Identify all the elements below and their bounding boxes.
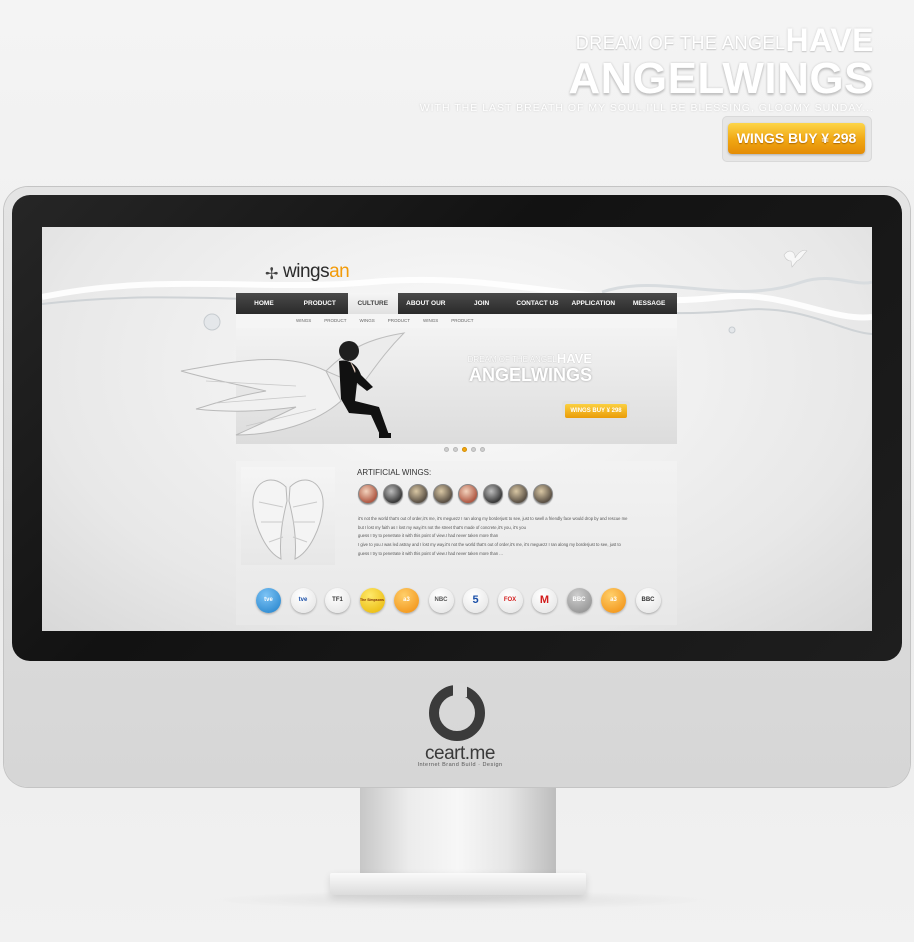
- partner-logo-bbc[interactable]: BBC: [635, 588, 661, 613]
- nav-item-product[interactable]: PRODUCT: [292, 293, 348, 314]
- logo-text: wings: [283, 261, 330, 282]
- wings-thumbnail-icon: [252, 479, 324, 560]
- description-line: I give to you.I was led astray and I los…: [358, 542, 621, 548]
- section-title: ARTIFICIAL WINGS:: [357, 468, 432, 477]
- nav-item-message[interactable]: MESSAGE: [621, 293, 677, 314]
- partner-logo-fox[interactable]: FOX: [497, 588, 523, 613]
- brand-logo-icon: [429, 683, 485, 741]
- product-avatar[interactable]: [408, 484, 428, 504]
- monitor-base: [330, 873, 586, 895]
- slider-dots: [444, 447, 485, 452]
- product-avatar[interactable]: [533, 484, 553, 504]
- slider-dot[interactable]: [471, 447, 476, 452]
- nav-item-contact-us[interactable]: CONTACT US: [510, 293, 566, 314]
- partner-logo-nbc[interactable]: NBC: [428, 588, 454, 613]
- description-line: it's not the world that's out of order,i…: [358, 516, 628, 521]
- description-line: guess I try to penetrate it with this po…: [358, 533, 499, 539]
- description-line: guess I try to penetrate it with this po…: [358, 550, 503, 556]
- partner-logo-5[interactable]: 5: [463, 588, 488, 613]
- hero-promo: DREAM OF THE ANGELHAVE ANGELWINGS WITH T…: [419, 24, 874, 115]
- monitor: ✢ wingsan HOME PRODUCT CULTURE ABOUT OUR …: [4, 187, 910, 787]
- description-text: it's not the world that's out of order,i…: [358, 515, 668, 559]
- subnav-item[interactable]: WINGS: [296, 314, 311, 328]
- product-avatar[interactable]: [383, 484, 403, 504]
- banner-line1-small: DREAM OF THE ANGEL: [467, 355, 557, 364]
- banner-title: ANGELWINGS: [468, 365, 592, 385]
- nav-item-join[interactable]: JOIN: [454, 293, 510, 314]
- sub-nav: WINGS PRODUCT WINGS PRODUCT WINGS PRODUC…: [236, 314, 677, 328]
- product-avatar[interactable]: [458, 484, 478, 504]
- partner-logo-tve[interactable]: tve: [256, 588, 281, 613]
- screen: ✢ wingsan HOME PRODUCT CULTURE ABOUT OUR …: [42, 227, 872, 631]
- main-nav: HOME PRODUCT CULTURE ABOUT OUR JOIN CONT…: [236, 293, 677, 314]
- subnav-item[interactable]: PRODUCT: [451, 314, 473, 328]
- banner-line1-big: HAVE: [556, 351, 592, 366]
- banner-buy-button[interactable]: WINGS BUY ¥ 298: [562, 401, 630, 421]
- partner-logos: tve tve TF1 The Simpsons a3 NBC 5 FOX M …: [256, 588, 661, 613]
- logo-accent-text: an: [329, 261, 350, 282]
- logo-mark-icon: ✢: [265, 266, 278, 283]
- partner-logo-a3[interactable]: a3: [601, 588, 626, 613]
- hero-line1: DREAM OF THE ANGELHAVE: [420, 24, 874, 57]
- slider-dot[interactable]: [453, 447, 458, 452]
- partner-logo-tve[interactable]: tve: [290, 588, 316, 613]
- brand-tagline: Internet Brand Build · Design: [417, 762, 503, 768]
- partner-logo-bbc[interactable]: BBC: [566, 588, 592, 613]
- product-avatar[interactable]: [483, 484, 503, 504]
- product-avatar[interactable]: [508, 484, 528, 504]
- hero-buy-label: WINGS BUY ¥ 298: [728, 123, 865, 154]
- site-logo[interactable]: ✢ wingsan: [265, 261, 350, 283]
- hero-title: ANGELWINGS: [568, 54, 874, 103]
- wings-thumbnail: [241, 467, 335, 565]
- hero-line1-small: DREAM OF THE ANGEL: [575, 33, 786, 53]
- product-avatar[interactable]: [433, 484, 453, 504]
- nav-item-application[interactable]: APPLICATION: [565, 293, 621, 314]
- subnav-item[interactable]: WINGS: [423, 314, 438, 328]
- angel-person-image: [339, 341, 391, 438]
- banner-text: DREAM OF THE ANGELHAVE ANGELWINGS: [432, 351, 592, 385]
- product-avatars: [358, 484, 553, 504]
- dove-icon: [783, 249, 808, 268]
- hero-subtitle: WITH THE LAST BREATH OF MY SOUL,I'LL BE …: [419, 102, 874, 114]
- description-line: but I lost my faith as I lost my way,it'…: [358, 524, 526, 530]
- hero-buy-button[interactable]: WINGS BUY ¥ 298: [722, 116, 872, 162]
- banner-buy-label: WINGS BUY ¥ 298: [565, 404, 627, 418]
- subnav-item[interactable]: WINGS: [360, 314, 375, 328]
- partner-logo-simpsons[interactable]: The Simpsons: [359, 588, 385, 613]
- slider-dot-active[interactable]: [462, 447, 467, 452]
- subnav-item[interactable]: PRODUCT: [388, 314, 410, 328]
- partner-logo-a3[interactable]: a3: [394, 588, 419, 613]
- monitor-stand: [360, 788, 556, 873]
- slider-dot[interactable]: [444, 447, 449, 452]
- slider-dot[interactable]: [480, 447, 485, 452]
- product-avatar[interactable]: [358, 484, 378, 504]
- partner-logo-tf1[interactable]: TF1: [325, 588, 350, 613]
- nav-item-culture[interactable]: CULTURE: [347, 293, 398, 314]
- partner-logo-m[interactable]: M: [532, 588, 557, 613]
- nav-item-about-our[interactable]: ABOUT OUR: [398, 293, 454, 314]
- nav-item-home[interactable]: HOME: [236, 293, 292, 314]
- subnav-item[interactable]: PRODUCT: [324, 314, 346, 328]
- showcase-stage: DREAM OF THE ANGELHAVE ANGELWINGS WITH T…: [0, 0, 914, 942]
- hero-line1-big: HAVE: [785, 22, 874, 58]
- monitor-bezel: ✢ wingsan HOME PRODUCT CULTURE ABOUT OUR …: [12, 195, 902, 661]
